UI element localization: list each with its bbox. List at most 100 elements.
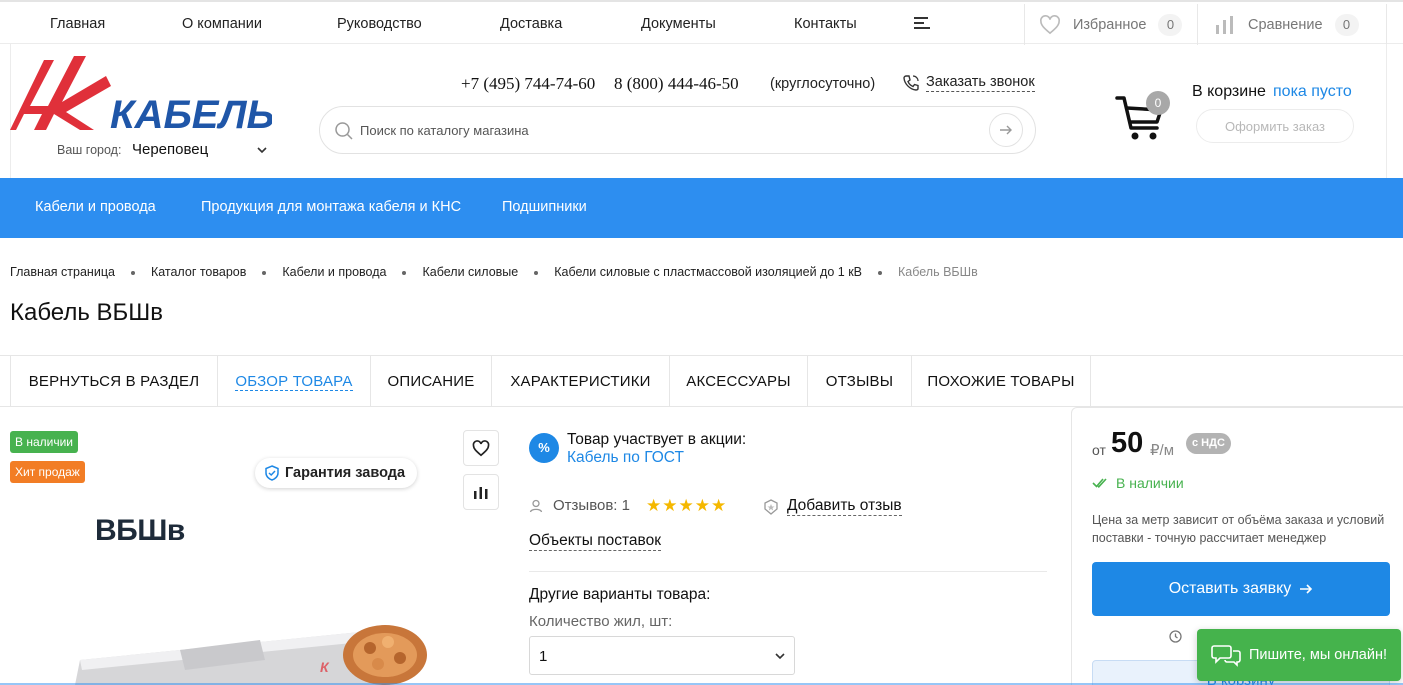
- page-title: Кабель ВБШв: [10, 299, 164, 326]
- phone-moscow[interactable]: +7 (495) 744-74-60: [461, 74, 595, 94]
- tab-characteristics[interactable]: ХАРАКТЕРИСТИКИ: [491, 356, 669, 407]
- tab-overview[interactable]: ОБЗОР ТОВАРА: [217, 356, 370, 407]
- chevron-down-icon[interactable]: [256, 144, 268, 156]
- arrow-right-icon: [1000, 125, 1012, 135]
- user-icon: [529, 499, 543, 512]
- tab-similar-products[interactable]: ПОХОЖИЕ ТОВАРЫ: [911, 356, 1091, 407]
- chevron-down-icon: [775, 653, 785, 660]
- search-bar: [319, 106, 1036, 154]
- cart-status-link[interactable]: пока пусто: [1273, 83, 1352, 101]
- rating-stars: ★★★★★: [646, 496, 728, 515]
- breadcrumb-item[interactable]: Каталог товаров: [151, 265, 246, 279]
- promo-title: Товар участвует в акции:: [567, 431, 747, 448]
- compare-button[interactable]: Сравнение 0: [1197, 4, 1387, 45]
- arrow-right-icon: [1300, 584, 1313, 594]
- price-from-label: от: [1092, 442, 1106, 458]
- city-select[interactable]: Череповец: [132, 141, 208, 158]
- price-value: 50: [1111, 427, 1144, 459]
- breadcrumb-separator: [534, 270, 539, 275]
- add-to-compare-button[interactable]: [463, 474, 499, 510]
- phone-tollfree[interactable]: 8 (800) 444-46-50: [614, 74, 739, 94]
- product-image-label: ВБШв: [95, 514, 185, 547]
- tab-description[interactable]: ОПИСАНИЕ: [370, 356, 491, 407]
- logo-text: КАБЕЛЬ: [110, 93, 272, 132]
- supply-objects-link[interactable]: Объекты поставок: [529, 532, 661, 551]
- cart-label: В корзине: [1192, 83, 1266, 100]
- city-label: Ваш город:: [57, 143, 122, 157]
- stock-label: В наличии: [1116, 475, 1184, 491]
- tab-accessories[interactable]: АКСЕССУАРЫ: [669, 356, 807, 407]
- product-image[interactable]: К: [60, 600, 440, 685]
- breadcrumb-current: Кабель ВБШв: [898, 265, 978, 279]
- favorites-button[interactable]: Избранное 0: [1024, 4, 1197, 45]
- add-review-button[interactable]: Добавить отзыв: [763, 497, 902, 516]
- phone-icon: [903, 74, 919, 91]
- compare-count: 0: [1334, 13, 1359, 36]
- phone-note: (круглосуточно): [770, 76, 876, 92]
- topnav-about[interactable]: О компании: [182, 16, 262, 32]
- chat-label: Пишите, мы онлайн!: [1249, 647, 1388, 663]
- leave-request-button[interactable]: Оставить заявку: [1092, 562, 1390, 616]
- divider: [529, 571, 1047, 572]
- search-icon: [335, 122, 353, 140]
- cores-label: Количество жил, шт:: [529, 613, 673, 630]
- compare-label: Сравнение: [1248, 16, 1323, 33]
- catalog-nav-bearings[interactable]: Подшипники: [502, 199, 587, 215]
- compare-icon: [1216, 15, 1233, 34]
- breadcrumb-separator: [402, 270, 407, 275]
- breadcrumb: Главная страница Каталог товаров Кабели и …: [10, 265, 978, 279]
- topnav-home[interactable]: Главная: [50, 16, 105, 32]
- leave-request-label: Оставить заявку: [1168, 580, 1292, 597]
- guarantee-label: Гарантия завода: [285, 465, 406, 481]
- product-tabs: ВЕРНУТЬСЯ В РАЗДЕЛ ОБЗОР ТОВАРА ОПИСАНИЕ…: [0, 355, 1403, 407]
- tab-reviews[interactable]: ОТЗЫВЫ: [807, 356, 911, 407]
- cart-count-badge: 0: [1146, 91, 1170, 115]
- online-chat-widget[interactable]: Пишите, мы онлайн!: [1197, 629, 1401, 681]
- callback-label: Заказать звонок: [926, 74, 1035, 92]
- cores-select[interactable]: 1: [529, 636, 795, 675]
- menu-icon[interactable]: [914, 17, 932, 31]
- vat-badge: с НДС: [1186, 433, 1231, 454]
- topnav-management[interactable]: Руководство: [337, 16, 422, 32]
- clock-icon: [1169, 630, 1182, 643]
- heart-icon: [472, 439, 490, 456]
- cores-select-value: 1: [539, 648, 548, 665]
- header: КАБЕЛЬ Ваш город: Череповец +7 (495) 744…: [0, 44, 1403, 178]
- topnav-documents[interactable]: Документы: [641, 16, 716, 32]
- compare-icon: [474, 487, 488, 499]
- topnav-contacts[interactable]: Контакты: [794, 16, 857, 32]
- promo-link[interactable]: Кабель по ГОСТ: [567, 449, 684, 467]
- catalog-nav-cables[interactable]: Кабели и провода: [35, 199, 156, 215]
- top-bar: Главная О компании Руководство Доставка …: [0, 0, 1403, 45]
- chat-bubbles-icon: [1211, 645, 1241, 667]
- breadcrumb-item[interactable]: Кабели силовые с пластмассовой изоляцией…: [554, 265, 862, 279]
- breadcrumb-separator: [262, 270, 267, 275]
- topnav-delivery[interactable]: Доставка: [500, 16, 562, 32]
- breadcrumb-separator: [130, 270, 135, 275]
- breadcrumb-separator: [878, 270, 882, 275]
- breadcrumb-item[interactable]: Главная страница: [10, 265, 115, 279]
- site-logo[interactable]: КАБЕЛЬ: [10, 56, 275, 137]
- add-to-favorites-button[interactable]: [463, 430, 499, 466]
- favorites-count: 0: [1158, 13, 1183, 36]
- reviews-count[interactable]: Отзывов: 1: [529, 497, 630, 514]
- factory-guarantee-badge: Гарантия завода: [255, 458, 418, 488]
- catalog-nav: Кабели и провода Продукция для монтажа к…: [0, 178, 1403, 238]
- variants-title: Другие варианты товара:: [529, 586, 711, 603]
- shield-check-icon: [265, 465, 279, 481]
- svg-text:К: К: [320, 659, 330, 675]
- checkout-button[interactable]: Оформить заказ: [1196, 109, 1354, 143]
- search-submit-button[interactable]: [989, 113, 1023, 147]
- add-review-label: Добавить отзыв: [787, 497, 902, 516]
- tab-back-to-section[interactable]: ВЕРНУТЬСЯ В РАЗДЕЛ: [10, 356, 217, 407]
- breadcrumb-item[interactable]: Кабели и провода: [282, 265, 386, 279]
- catalog-nav-mounting[interactable]: Продукция для монтажа кабеля и КНС: [201, 199, 461, 215]
- search-input[interactable]: [360, 119, 960, 141]
- callback-button[interactable]: Заказать звонок: [902, 73, 1035, 92]
- favorites-label: Избранное: [1073, 16, 1147, 33]
- review-icon: [764, 498, 778, 515]
- discount-icon: %: [529, 433, 559, 463]
- bestseller-badge: Хит продаж: [10, 461, 85, 483]
- breadcrumb-item[interactable]: Кабели силовые: [422, 265, 518, 279]
- double-check-icon: [1092, 478, 1107, 488]
